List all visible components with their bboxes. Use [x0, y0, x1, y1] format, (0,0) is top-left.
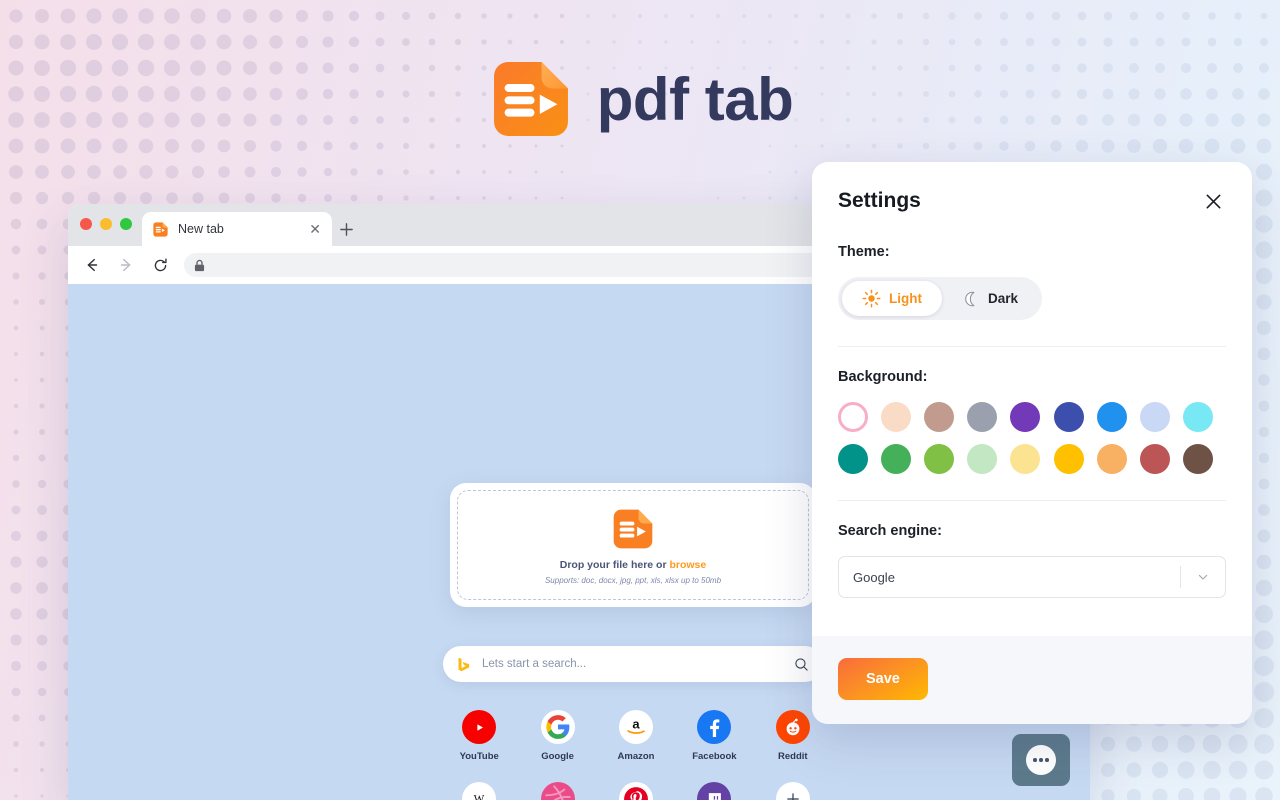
plus-icon — [339, 222, 353, 236]
more-options-icon — [1026, 745, 1056, 775]
shortcut-twitch[interactable]: Twitch — [675, 782, 753, 800]
theme-toggle: Light Dark — [838, 277, 1043, 320]
background-swatch-11[interactable] — [924, 444, 955, 474]
background-swatch-1[interactable] — [881, 402, 912, 432]
theme-option-light[interactable]: Light — [842, 281, 942, 316]
search-engine-select[interactable]: Google — [838, 556, 1226, 598]
theme-option-label: Light — [889, 291, 922, 306]
background-swatch-15[interactable] — [1096, 444, 1127, 474]
background-swatch-0[interactable] — [838, 402, 868, 432]
arrow-right-icon[interactable] — [116, 255, 136, 275]
shortcuts-grid: YouTube Google a Amazon Facebook Reddit … — [440, 710, 832, 800]
svg-text:W: W — [474, 794, 485, 800]
tab-title: New tab — [178, 222, 224, 236]
search-engine-value: Google — [853, 569, 895, 585]
search-bar[interactable] — [443, 646, 823, 682]
dropzone-primary-label: Drop your file here or — [559, 558, 670, 571]
shortcut-amazon[interactable]: a Amazon — [597, 710, 675, 762]
background-swatch-3[interactable] — [967, 402, 998, 432]
background-swatch-5[interactable] — [1053, 402, 1084, 432]
moon-icon — [965, 291, 975, 306]
wikipedia-icon: W — [462, 782, 497, 800]
search-input[interactable] — [482, 658, 784, 670]
shortcut-wikipedia[interactable]: W Wikipedia — [440, 782, 518, 800]
shortcut-label: Reddit — [778, 751, 808, 762]
background-swatch-8[interactable] — [1182, 402, 1213, 432]
more-options-button[interactable] — [1012, 734, 1070, 786]
shortcut-pinterest[interactable]: Pinterest — [597, 782, 675, 800]
background-swatch-grid — [838, 402, 1226, 474]
background-swatch-14[interactable] — [1053, 444, 1084, 474]
background-swatch-13[interactable] — [1010, 444, 1041, 474]
new-tab-button[interactable] — [332, 212, 360, 246]
search-engine-section-label: Search engine: — [838, 523, 942, 539]
plus-icon — [775, 782, 810, 800]
background-swatch-16[interactable] — [1139, 444, 1170, 474]
bing-logo-icon — [458, 657, 470, 671]
browse-link[interactable]: browse — [669, 559, 706, 571]
settings-panel: Settings Theme: Light Dark Background: S… — [812, 162, 1252, 724]
shortcut-label: YouTube — [459, 751, 499, 762]
pdf-tab-logo — [613, 509, 653, 548]
browser-tab[interactable]: New tab ✕ — [142, 212, 332, 246]
background-swatch-9[interactable] — [838, 444, 868, 474]
reload-icon[interactable] — [150, 255, 170, 275]
pdf-tab-logo — [493, 62, 568, 136]
dropzone-dashed-border: Drop your file here or browse Supports: … — [457, 490, 809, 600]
close-window-button[interactable] — [80, 218, 92, 230]
background-swatch-6[interactable] — [1096, 402, 1127, 432]
theme-option-dark[interactable]: Dark — [942, 281, 1038, 316]
minimize-window-button[interactable] — [100, 218, 112, 230]
dropzone-primary-text: Drop your file here or browse — [560, 559, 706, 571]
background-swatch-17[interactable] — [1182, 444, 1213, 474]
close-icon[interactable] — [1200, 188, 1226, 214]
amazon-icon: a — [618, 710, 653, 744]
background-section-label: Background: — [838, 369, 928, 385]
background-swatch-10[interactable] — [881, 444, 912, 474]
youtube-icon — [462, 710, 497, 744]
shortcut-label: Amazon — [617, 751, 655, 762]
shortcut-label: Google — [541, 751, 574, 762]
page-title: pdf tab — [596, 65, 794, 133]
google-icon — [540, 710, 575, 744]
twitch-icon — [697, 782, 732, 800]
shortcut-facebook[interactable]: Facebook — [675, 710, 753, 762]
brand-header: pdf tab — [0, 55, 1280, 143]
settings-title: Settings — [838, 189, 921, 212]
settings-footer: Save — [812, 636, 1252, 724]
theme-option-label: Dark — [988, 291, 1019, 306]
shortcut-add-new[interactable]: Add new — [754, 782, 832, 800]
pinterest-icon — [618, 782, 653, 800]
background-swatch-4[interactable] — [1010, 402, 1041, 432]
background-swatch-7[interactable] — [1139, 402, 1170, 432]
search-icon[interactable] — [794, 657, 809, 672]
reddit-icon — [775, 710, 810, 744]
lock-icon — [194, 259, 205, 271]
pdf-tab-favicon — [153, 221, 168, 237]
settings-body: Settings Theme: Light Dark Background: S… — [812, 162, 1252, 636]
shortcut-label: Facebook — [692, 751, 737, 762]
shortcut-dribbble[interactable]: Dribbble — [518, 782, 596, 800]
maximize-window-button[interactable] — [120, 218, 132, 230]
file-dropzone[interactable]: Drop your file here or browse Supports: … — [450, 483, 816, 607]
chevron-down-icon[interactable] — [1181, 569, 1225, 585]
settings-divider — [838, 346, 1226, 347]
window-controls — [80, 204, 132, 246]
dribbble-icon — [540, 782, 575, 800]
shortcut-youtube[interactable]: YouTube — [440, 710, 518, 762]
close-icon[interactable]: ✕ — [306, 220, 324, 238]
sun-icon — [862, 289, 881, 308]
settings-header: Settings — [838, 188, 1226, 214]
background-swatch-2[interactable] — [924, 402, 955, 432]
shortcut-google[interactable]: Google — [518, 710, 596, 762]
dropzone-supports-text: Supports: doc, docx, jpg, ppt, xls, xlsx… — [544, 575, 722, 585]
theme-section-label: Theme: — [838, 244, 890, 260]
background-swatch-12[interactable] — [967, 444, 998, 474]
facebook-icon — [697, 710, 732, 744]
svg-text:a: a — [632, 716, 640, 731]
save-button[interactable]: Save — [838, 658, 928, 700]
arrow-left-icon[interactable] — [82, 255, 102, 275]
settings-divider — [838, 500, 1226, 501]
